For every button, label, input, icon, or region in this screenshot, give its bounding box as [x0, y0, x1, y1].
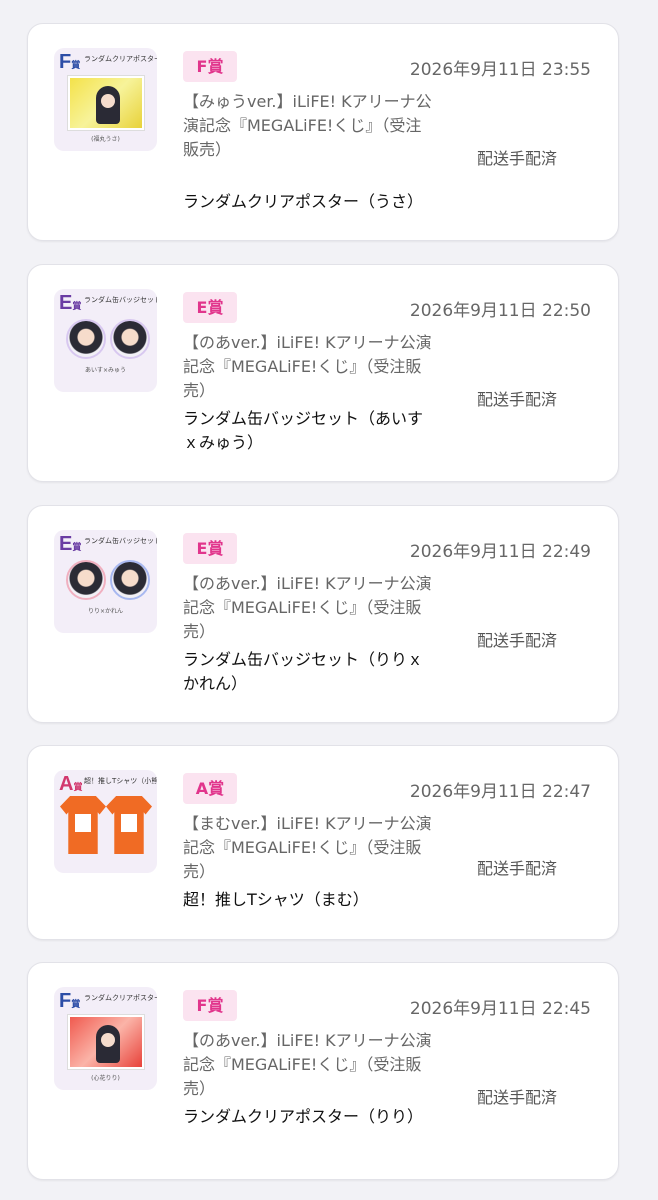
lottery-title: 【みゅうver.】iLiFE! Kアリーナ公演記念『MEGALiFE!くじ』（受…: [183, 92, 432, 159]
prize-badge: E賞: [183, 292, 237, 323]
product-thumbnail: F賞 ランダムクリアポスター (福丸うさ): [54, 48, 157, 151]
lottery-title: 【のあver.】iLiFE! Kアリーナ公演記念『MEGALiFE!くじ』（受注…: [183, 333, 432, 400]
thumbnail-label: ランダムクリアポスター: [84, 994, 157, 1002]
item-name: ランダム缶バッジセット（あいすｘみゅう）: [183, 409, 424, 452]
item-name: ランダムクリアポスター（りり）: [183, 1107, 424, 1126]
rank-mark: E賞: [59, 533, 82, 555]
clear-poster-image: [68, 76, 144, 130]
can-badge-image: [66, 319, 106, 359]
item-name: ランダム缶バッジセット（りりｘかれん）: [183, 650, 424, 693]
order-card[interactable]: A賞 超！推しTシャツ（小熊まむ） A賞 2026年9月11日 22:47 【ま…: [27, 745, 619, 940]
lottery-title: 【のあver.】iLiFE! Kアリーナ公演記念『MEGALiFE!くじ』（受注…: [183, 574, 432, 641]
lottery-title: 【のあver.】iLiFE! Kアリーナ公演記念『MEGALiFE!くじ』（受注…: [183, 1031, 432, 1098]
rank-mark: A賞: [59, 773, 83, 795]
product-thumbnail: E賞 ランダム缶バッジセット あいす×みゅう: [54, 289, 157, 392]
shipping-status: 配送手配済: [477, 859, 558, 878]
order-card[interactable]: F賞 ランダムクリアポスター (心花りり) F賞 2026年9月11日 22:4…: [27, 962, 619, 1180]
rank-mark: E賞: [59, 292, 82, 314]
prize-badge: F賞: [183, 990, 237, 1021]
tshirt-back-image: [106, 796, 152, 854]
order-card[interactable]: E賞 ランダム缶バッジセット あいす×みゅう E賞 2026年9月11日 22:…: [27, 264, 619, 482]
can-badge-image: [66, 560, 106, 600]
rank-mark: F賞: [59, 51, 81, 73]
tshirt-front-image: [60, 796, 106, 854]
lottery-title: 【まむver.】iLiFE! Kアリーナ公演記念『MEGALiFE!くじ』（受注…: [183, 814, 432, 881]
shipping-status: 配送手配済: [477, 1088, 558, 1107]
thumbnail-label: ランダムクリアポスター: [84, 55, 157, 63]
order-datetime: 2026年9月11日 22:49: [409, 542, 591, 562]
thumbnail-label: 超！推しTシャツ（小熊まむ）: [84, 777, 157, 785]
prize-badge: A賞: [183, 773, 237, 804]
thumbnail-label: ランダム缶バッジセット: [84, 537, 157, 545]
order-datetime: 2026年9月11日 22:45: [409, 999, 591, 1019]
prize-badge: F賞: [183, 51, 237, 82]
order-datetime: 2026年9月11日 22:50: [409, 301, 591, 321]
product-thumbnail: E賞 ランダム缶バッジセット りり×かれん: [54, 530, 157, 633]
can-badge-image: [110, 560, 150, 600]
clear-poster-image: [68, 1015, 144, 1069]
thumbnail-label: ランダム缶バッジセット: [84, 296, 157, 304]
product-thumbnail: A賞 超！推しTシャツ（小熊まむ）: [54, 770, 157, 873]
rank-mark: F賞: [59, 990, 81, 1012]
product-thumbnail: F賞 ランダムクリアポスター (心花りり): [54, 987, 157, 1090]
item-name: ランダムクリアポスター（うさ）: [183, 192, 424, 211]
thumbnail-caption: りり×かれん: [87, 608, 124, 615]
can-badge-image: [110, 319, 150, 359]
shipping-status: 配送手配済: [477, 149, 558, 168]
thumbnail-caption: (福丸うさ): [91, 136, 120, 143]
order-card[interactable]: E賞 ランダム缶バッジセット りり×かれん E賞 2026年9月11日 22:4…: [27, 505, 619, 723]
shipping-status: 配送手配済: [477, 631, 558, 650]
prize-badge: E賞: [183, 533, 237, 564]
shipping-status: 配送手配済: [477, 390, 558, 409]
order-card[interactable]: F賞 ランダムクリアポスター (福丸うさ) F賞 2026年9月11日 23:5…: [27, 23, 619, 241]
order-datetime: 2026年9月11日 23:55: [409, 60, 591, 80]
thumbnail-caption: (心花りり): [91, 1075, 120, 1082]
item-name: 超！推しTシャツ（まむ）: [183, 890, 369, 909]
order-datetime: 2026年9月11日 22:47: [409, 782, 591, 802]
thumbnail-caption: あいす×みゅう: [84, 367, 127, 374]
